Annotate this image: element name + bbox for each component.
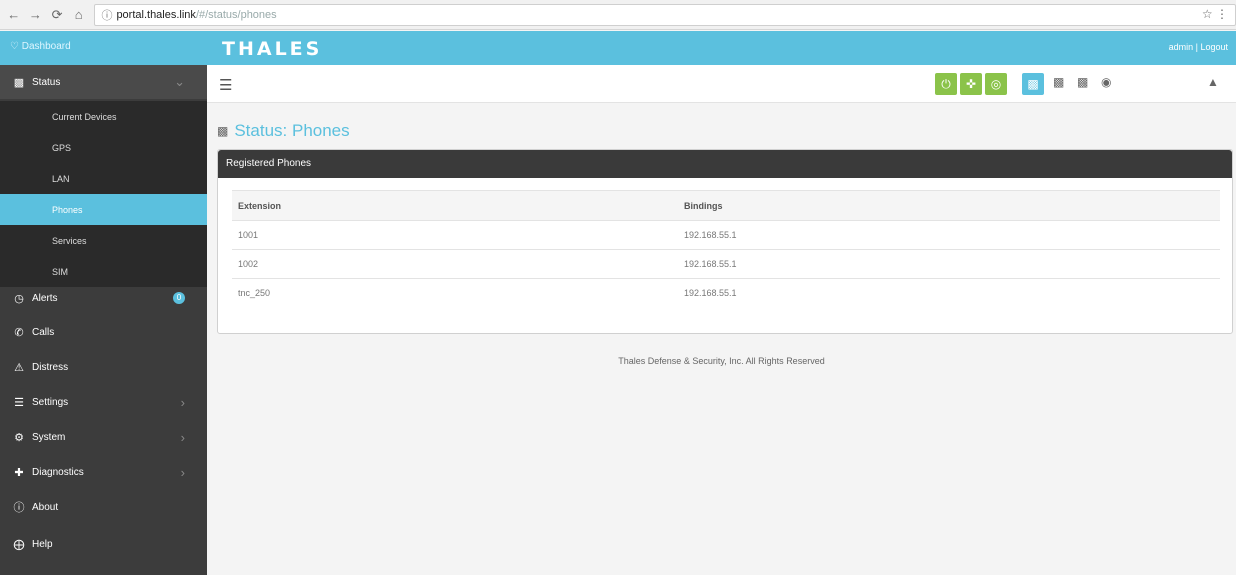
- alerts-badge: 0: [173, 292, 185, 304]
- sidebar-item-diagnostics[interactable]: ✚ Diagnostics ›: [0, 455, 207, 489]
- sidebar-sub-lan[interactable]: LAN: [0, 163, 207, 194]
- table-row: 1002 192.168.55.1: [232, 249, 1220, 279]
- bindings-cell: 192.168.55.1: [678, 278, 1220, 308]
- dashboard-label: Dashboard: [21, 41, 71, 52]
- panel-title: Registered Phones: [218, 150, 1232, 178]
- sidebar-item-status[interactable]: ▩ Status ⌄: [0, 65, 207, 99]
- table-row: tnc_250 192.168.55.1: [232, 278, 1220, 308]
- sidebar-item-label: Calls: [32, 326, 55, 338]
- power-icon[interactable]: ⏻: [935, 73, 957, 95]
- sidebar: ▩ Status ⌄ Current Devices GPS LAN Phone…: [0, 65, 207, 575]
- browser-toolbar: ← → ⟳ ⌂ ⓘ portal.thales.link /#/status/p…: [0, 0, 1236, 30]
- chevron-right-icon: ›: [180, 464, 185, 480]
- sidebar-sub-gps[interactable]: GPS: [0, 132, 207, 163]
- sidebar-item-distress[interactable]: ⚠ Distress: [0, 350, 207, 384]
- satellite-icon[interactable]: ✜: [960, 73, 982, 95]
- bindings-cell: 192.168.55.1: [678, 249, 1220, 279]
- globe-icon[interactable]: ◉: [1101, 75, 1111, 89]
- sidebar-item-label: System: [32, 431, 66, 443]
- address-bar[interactable]: ⓘ portal.thales.link /#/status/phones: [94, 3, 1236, 26]
- chevron-right-icon: ›: [180, 429, 185, 445]
- sidebar-item-system[interactable]: ⚙ System ›: [0, 420, 207, 454]
- column-header-bindings: Bindings: [678, 190, 1220, 221]
- sidebar-sub-current-devices[interactable]: Current Devices: [0, 101, 207, 132]
- bookmark-star-icon[interactable]: ☆ ⋮: [1202, 7, 1228, 21]
- sidebar-item-label: About: [32, 501, 59, 513]
- info-icon: ⓘ: [101, 9, 113, 22]
- bar-chart-icon: ▩: [217, 124, 229, 138]
- page-title-text: Status: Phones: [234, 121, 350, 140]
- page-title: ▩ Status: Phones: [217, 121, 350, 141]
- extension-cell: 1001: [232, 220, 678, 250]
- sidebar-item-label: Status: [32, 76, 61, 88]
- column-header-extension: Extension: [232, 190, 678, 221]
- gear-icon: ⚙: [14, 431, 24, 444]
- phones-table: Extension Bindings 1001 192.168.55.1 100…: [232, 190, 1220, 308]
- sliders-icon: ☰: [14, 396, 24, 409]
- sidebar-item-help[interactable]: ⨁ Help: [0, 527, 207, 561]
- info-circle-icon: ⓘ: [13, 502, 25, 514]
- user-links[interactable]: admin | Logout: [1169, 42, 1228, 52]
- back-icon[interactable]: ←: [6, 7, 22, 23]
- sidebar-item-calls[interactable]: ✆ Calls: [0, 315, 207, 349]
- network-icon[interactable]: ▩: [1022, 73, 1044, 95]
- app-header: ♡ Dashboard THALES admin | Logout: [0, 31, 1236, 65]
- sidebar-item-label: Settings: [32, 396, 69, 408]
- warning-icon: ⚠: [14, 361, 24, 374]
- footer-text: Thales Defense & Security, Inc. All Righ…: [618, 356, 825, 366]
- home-icon[interactable]: ⌂: [71, 7, 87, 23]
- sidebar-item-label: Help: [32, 538, 53, 550]
- forward-icon[interactable]: →: [28, 7, 44, 23]
- extension-cell: 1002: [232, 249, 678, 279]
- sidebar-sub-services[interactable]: Services: [0, 225, 207, 256]
- url-host: portal.thales.link: [116, 8, 196, 21]
- reload-icon[interactable]: ⟳: [49, 7, 65, 23]
- sidebar-item-about[interactable]: ⓘ About: [0, 490, 207, 524]
- extension-cell: tnc_250: [232, 278, 678, 308]
- sidebar-item-settings[interactable]: ☰ Settings ›: [0, 385, 207, 419]
- table-row: 1001 192.168.55.1: [232, 220, 1220, 250]
- clock-icon: ◷: [14, 292, 24, 305]
- sidebar-item-label: Alerts: [32, 292, 58, 304]
- chevron-down-icon: ⌄: [174, 74, 185, 89]
- sidebar-sub-phones[interactable]: Phones: [0, 194, 207, 225]
- dashboard-link[interactable]: ♡ Dashboard: [10, 41, 71, 52]
- signal-icon[interactable]: ▲: [1207, 75, 1219, 89]
- hamburger-menu-icon[interactable]: ☰: [219, 76, 232, 94]
- sidebar-item-label: Diagnostics: [32, 466, 84, 478]
- bar-chart-icon: ▩: [13, 76, 25, 89]
- network-icon-3[interactable]: ▩: [1077, 75, 1088, 89]
- table-header-row: Extension Bindings: [232, 190, 1220, 221]
- sidebar-item-label: Distress: [32, 361, 69, 373]
- medkit-icon: ✚: [14, 466, 24, 479]
- sidebar-item-alerts[interactable]: ◷ Alerts 0: [0, 281, 207, 315]
- phone-icon: ✆: [14, 326, 24, 339]
- network-icon-2[interactable]: ▩: [1053, 75, 1064, 89]
- registered-phones-panel: Registered Phones Extension Bindings 100…: [217, 149, 1233, 334]
- main-toolbar: ☰ ⏻ ✜ ◎ ▩ ▩ ▩ ◉ ▲: [207, 65, 1236, 103]
- logo: THALES: [222, 38, 323, 60]
- bindings-cell: 192.168.55.1: [678, 220, 1220, 250]
- chevron-right-icon: ›: [180, 394, 185, 410]
- url-path: /#/status/phones: [195, 8, 277, 21]
- wifi-icon[interactable]: ◎: [985, 73, 1007, 95]
- lifebuoy-icon: ⨁: [13, 538, 25, 551]
